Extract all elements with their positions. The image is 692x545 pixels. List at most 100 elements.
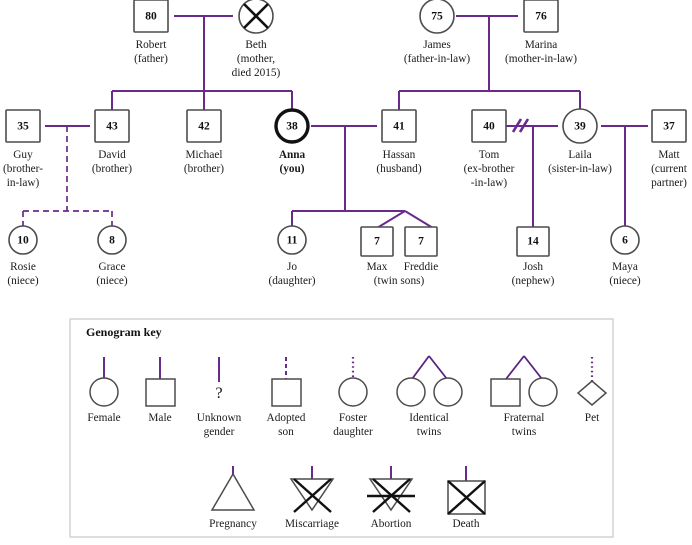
name-marina: Marina [525, 39, 558, 51]
name-rosie: Rosie [10, 261, 36, 273]
relation-matt: (current [651, 163, 688, 175]
key-label-adopted-2: son [278, 426, 294, 438]
key-label-adopted: Adopted [267, 412, 306, 424]
person-node-beth[interactable]: Beth (mother, died 2015) [232, 0, 281, 79]
age-rosie: 10 [17, 235, 29, 247]
relation-josh: (nephew) [512, 275, 555, 287]
key-label-miscarriage: Miscarriage [285, 518, 339, 530]
name-michael: Michael [185, 149, 222, 161]
key-label-fraternal-2: twins [512, 426, 536, 438]
key-label-pet: Pet [585, 412, 600, 424]
relation-grace: (niece) [96, 275, 128, 287]
key-label-identical-2: twins [417, 426, 441, 438]
key-label-foster: Foster [339, 412, 367, 424]
person-node-josh[interactable]: 14 Josh (nephew) [512, 226, 555, 287]
name-anna: Anna [279, 149, 306, 161]
name-matt: Matt [658, 149, 680, 161]
key-label-fraternal: Fraternal [504, 412, 545, 424]
relation-david: (brother) [92, 163, 132, 175]
relation-rosie: (niece) [7, 275, 39, 287]
age-james: 75 [431, 11, 443, 23]
person-node-anna[interactable]: 38 Anna (you) [274, 108, 310, 175]
twin-fork-max [376, 210, 406, 229]
person-node-hassan[interactable]: 41 Hassan (husband) [376, 109, 422, 175]
name-josh: Josh [523, 261, 543, 273]
relation-laila: (sister-in-law) [548, 163, 612, 175]
relation-anna: (you) [279, 163, 304, 175]
relation2-guy: in-law) [7, 177, 40, 189]
relation2-matt: partner) [651, 177, 687, 189]
age-josh: 14 [527, 236, 539, 248]
age-hassan: 41 [393, 121, 405, 133]
person-node-grace[interactable]: 8 Grace (niece) [96, 225, 128, 287]
age-guy: 35 [17, 121, 29, 133]
male-square-icon [145, 378, 176, 407]
key-label-male: Male [148, 412, 171, 424]
relation-tom: (ex-brother [464, 163, 515, 175]
person-node-matt[interactable]: 37 Matt (current partner) [651, 109, 688, 189]
relation-james: (father-in-law) [404, 53, 470, 65]
relation-robert: (father) [134, 53, 168, 65]
relation-jo: (daughter) [268, 275, 315, 287]
relation-hassan: (husband) [376, 163, 421, 175]
key-label-pregnancy: Pregnancy [209, 518, 257, 530]
person-node-guy[interactable]: 35 Guy (brother- in-law) [3, 109, 43, 189]
person-node-jo[interactable]: 11 Jo (daughter) [268, 225, 316, 287]
age-marina: 76 [535, 11, 547, 23]
fraternal-twin-square [490, 378, 521, 407]
relation2-beth: died 2015) [232, 67, 281, 79]
key-label-unknown-2: gender [204, 426, 235, 438]
age-maya: 6 [622, 235, 628, 247]
key-label-foster-2: daughter [333, 426, 373, 438]
name-laila: Laila [568, 149, 591, 161]
age-robert: 80 [145, 11, 157, 23]
name-jo: Jo [287, 261, 297, 273]
fraternal-twin-circle [528, 377, 558, 407]
twin-fork-freddie [404, 210, 434, 229]
relation-guy: (brother- [3, 163, 43, 175]
age-max: 7 [374, 236, 380, 248]
name-robert: Robert [136, 39, 168, 51]
connectors-laila-matt [601, 125, 648, 228]
person-node-max[interactable]: 7 Max [360, 226, 394, 273]
relation-twin-sons: (twin sons) [374, 275, 425, 287]
age-michael: 42 [198, 121, 210, 133]
name-grace: Grace [99, 261, 126, 273]
name-beth: Beth [245, 39, 267, 51]
age-david: 43 [106, 121, 118, 133]
age-matt: 37 [663, 121, 675, 133]
relation-beth: (mother, [237, 53, 275, 65]
age-grace: 8 [109, 235, 115, 247]
genogram-diagram: 80 Robert (father) Beth (mother, died 20… [0, 0, 692, 545]
age-anna: 38 [286, 121, 298, 133]
question-mark-icon: ? [215, 385, 222, 402]
genogram-key-panel: Genogram key Female Male ? Unknown gende… [69, 318, 614, 538]
name-freddie: Freddie [404, 261, 439, 273]
age-freddie: 7 [418, 236, 424, 248]
key-label-identical: Identical [409, 412, 449, 424]
relation-marina: (mother-in-law) [505, 53, 577, 65]
person-node-robert[interactable]: 80 Robert (father) [133, 0, 169, 65]
person-node-tom[interactable]: 40 Tom (ex-brother -in-law) [464, 109, 515, 189]
relation2-tom: -in-law) [471, 177, 508, 189]
person-node-james[interactable]: 75 James (father-in-law) [404, 0, 470, 65]
adopted-son-square-icon [271, 378, 302, 407]
key-label-unknown: Unknown [197, 412, 242, 424]
female-circle-icon [89, 377, 119, 407]
age-jo: 11 [287, 235, 298, 247]
person-node-marina[interactable]: 76 Marina (mother-in-law) [505, 0, 577, 65]
person-node-maya[interactable]: 6 Maya (niece) [609, 225, 641, 287]
name-tom: Tom [479, 149, 500, 161]
name-guy: Guy [13, 149, 33, 161]
person-node-laila[interactable]: 39 Laila (sister-in-law) [548, 108, 612, 175]
person-node-david[interactable]: 43 David (brother) [92, 109, 132, 175]
person-node-rosie[interactable]: 10 Rosie (niece) [7, 225, 39, 287]
name-james: James [423, 39, 451, 51]
age-laila: 39 [574, 121, 586, 133]
identical-twin-circle-a [396, 377, 426, 407]
person-node-michael[interactable]: 42 Michael (brother) [184, 109, 224, 175]
name-hassan: Hassan [383, 149, 416, 161]
relation-maya: (niece) [609, 275, 641, 287]
age-tom: 40 [483, 121, 495, 133]
key-label-female: Female [87, 412, 120, 424]
